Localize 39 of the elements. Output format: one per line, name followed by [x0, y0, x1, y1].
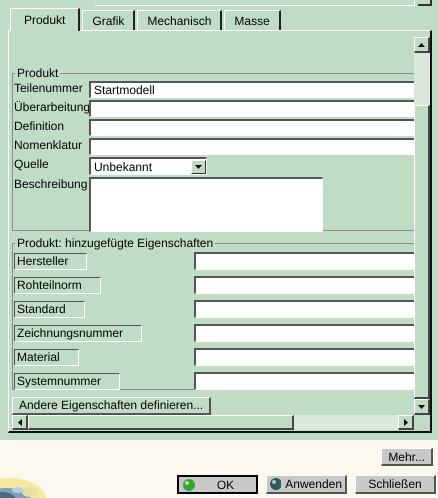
tab[interactable]: Grafik — [82, 10, 136, 30]
field-label: Überarbeitung — [14, 100, 89, 114]
tab[interactable]: Produkt — [10, 8, 80, 31]
scroll-up-button[interactable] — [414, 37, 430, 53]
property-label: Hersteller — [14, 253, 88, 270]
horizontal-scrollbar[interactable] — [12, 415, 414, 430]
dialog-button[interactable]: Schließen — [355, 475, 436, 494]
field-label: Definition — [14, 119, 66, 133]
scroll-thumb[interactable] — [414, 105, 430, 399]
dialog-button[interactable]: Anwenden — [266, 475, 347, 494]
tab[interactable]: Mechanisch — [137, 10, 222, 30]
define-properties-button[interactable]: Andere Eigenschaften definieren... — [12, 396, 212, 414]
input-field[interactable]: Startmodell — [89, 81, 414, 98]
scroll-thumb[interactable] — [28, 415, 294, 430]
property-label: Systemnummer — [14, 373, 120, 390]
down-arrow-icon — [418, 404, 425, 408]
field-label: Nomenklatur — [14, 138, 84, 152]
property-label: Rohteilnorm — [14, 277, 101, 294]
text-area[interactable] — [89, 177, 323, 232]
ball-icon — [183, 478, 195, 490]
property-label: Material — [14, 349, 79, 366]
vertical-scrollbar[interactable] — [414, 37, 430, 415]
dialog-button[interactable]: OK — [177, 475, 258, 494]
scroll-down-button[interactable] — [414, 399, 430, 415]
field-label: Quelle — [14, 157, 50, 171]
dropdown[interactable]: Unbekannt — [89, 157, 207, 175]
up-arrow-icon — [418, 42, 425, 46]
scroll-right-button[interactable] — [398, 415, 414, 430]
scroll-left-button[interactable] — [12, 415, 28, 430]
left-arrow-icon — [18, 418, 22, 426]
field-label: Teilenummer — [14, 81, 84, 95]
group-title: Produkt — [16, 67, 60, 80]
property-label: Standard — [14, 301, 85, 318]
group-title: Produkt: hinzugefügte Eigenschaften — [16, 237, 214, 250]
property-label: Zeichnungsnummer — [14, 325, 142, 342]
right-arrow-icon — [404, 418, 408, 426]
tab[interactable]: Masse — [224, 10, 281, 30]
more-button[interactable]: Mehr... — [381, 448, 433, 466]
field-label: Beschreibung — [14, 177, 88, 191]
